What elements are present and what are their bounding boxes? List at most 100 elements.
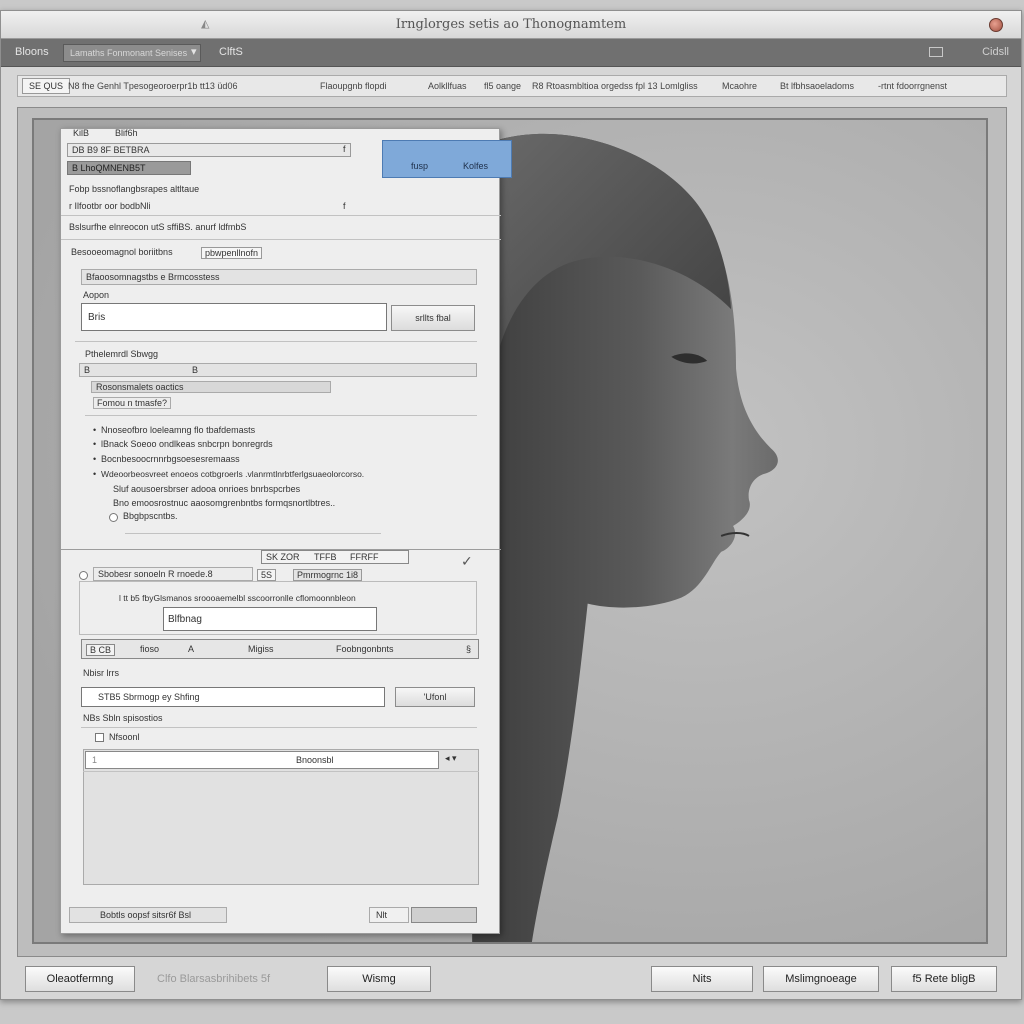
workspace-select[interactable]: Lamaths Fonmonant Senises xyxy=(63,44,201,62)
subbox-row[interactable]: B B xyxy=(79,363,477,377)
divider xyxy=(81,727,477,728)
sub-input[interactable]: Blfbnag xyxy=(163,607,377,631)
toolbar-option-5[interactable]: R8 Rtoasmbltioa orgedss fpl 13 Lomlgliss xyxy=(532,81,698,91)
options-toolbar: SE QUS N8 fhe Genhl Tpesogeoroerpr1b tt1… xyxy=(17,75,1007,97)
window-title: Irnglorges setis ao Thonognamtem xyxy=(395,17,627,32)
footer-right-field[interactable]: Nlt xyxy=(369,907,409,923)
menu-item-cidsll[interactable]: Cidsll xyxy=(982,46,1009,58)
bullet-item-7: Bbgbpscntbs. xyxy=(123,511,178,521)
close-icon[interactable] xyxy=(989,18,1003,32)
subbox-label-row: Rosonsmalets oactics xyxy=(91,381,331,393)
sub-input-value: Blfbnag xyxy=(168,614,202,625)
field-a-suffix: f xyxy=(343,144,346,154)
panel-line-1: Fobp bssnoflangbsrapes altltaue xyxy=(69,184,200,194)
check-icon: ✓ xyxy=(461,553,473,569)
nfsoonl-label: Nfsoonl xyxy=(109,732,140,742)
section-1-chip[interactable]: pbwpenllnofn xyxy=(201,247,263,259)
input-action-button[interactable]: srllts fbal xyxy=(391,305,475,331)
tool-foobngonbnts[interactable]: Foobngonbnts xyxy=(336,644,394,654)
field-b-value: B LhoQMNENB5T xyxy=(72,163,146,173)
tool-a[interactable]: A xyxy=(188,644,194,654)
bullet-item-2: lBnack Soeoo ondlkeas snbcrpn bonregrds xyxy=(101,439,273,449)
footer-right-text: Nlt xyxy=(376,910,387,920)
divider xyxy=(125,533,381,534)
search-left-glyph: 1 xyxy=(92,755,98,765)
footer-button-5[interactable]: f5 Rete bligB xyxy=(891,966,997,992)
toolbar-option-8[interactable]: -rtnt fdoorrgnenst xyxy=(878,81,947,91)
field-c-button[interactable]: 'Ufonl xyxy=(395,687,475,707)
divider xyxy=(61,215,501,216)
divider xyxy=(83,771,479,772)
radio-chip-b[interactable]: Pmrmogrnc 1i8 xyxy=(293,569,363,581)
footer-button-3[interactable]: Nits xyxy=(651,966,753,992)
subbox-a: B xyxy=(84,365,91,375)
search-field[interactable]: 1 Bnoonsbl xyxy=(85,751,439,769)
menu-item-clfts[interactable]: ClftS xyxy=(219,46,243,58)
chevron-down-icon[interactable]: ▾ xyxy=(191,45,197,58)
selection-highlight[interactable]: fusp Kolfes xyxy=(382,140,512,178)
footer-button-4[interactable]: Mslimgnoeage xyxy=(763,966,879,992)
divider xyxy=(61,239,501,240)
results-list[interactable] xyxy=(83,749,479,885)
sub-label: l tt b5 fbyGlsmanos sroooaemelbl sscoorr… xyxy=(119,593,356,603)
toolbar-option-4[interactable]: fl5 oange xyxy=(484,81,521,91)
field-b[interactable]: B LhoQMNENB5T xyxy=(67,161,191,175)
footer-left-text: Bobtls oopsf sitsr6f Bsl xyxy=(100,910,192,920)
panel-line-3: Bslsurfhe elnreocon utS sffiBS. anurf ld… xyxy=(69,222,247,232)
name-input[interactable]: Bris xyxy=(81,303,387,331)
tool-row: B CB fioso A Migiss Foobngonbnts § xyxy=(81,639,479,659)
toggle-option-1[interactable]: SK ZOR xyxy=(266,552,300,562)
footer-right-button[interactable] xyxy=(411,907,477,923)
section-1-title: Besooeomagnol boriitbns xyxy=(71,247,173,257)
panel-tab-2[interactable]: Blif6h xyxy=(115,128,138,138)
field-c-value: STB5 Sbrmogp ey Shfing xyxy=(98,692,200,702)
field-c-input[interactable]: STB5 Sbrmogp ey Shfing xyxy=(81,687,385,707)
field-a[interactable]: DB B9 8F BETBRA xyxy=(67,143,351,157)
toggle-option-3[interactable]: FFRFF xyxy=(350,552,379,562)
footer-button-2[interactable]: Wismg xyxy=(327,966,431,992)
bullet-item-1: Nnoseofbro loeleamng flo tbafdemasts xyxy=(101,425,256,435)
radio-chip-a[interactable]: 5S xyxy=(257,569,277,581)
search-arrows-icon[interactable]: ◂ ▾ xyxy=(445,753,457,764)
settings-panel: KilB Blif6h DB B9 8F BETBRA f B LhoQMNEN… xyxy=(60,128,501,934)
tool-b-cb[interactable]: B CB xyxy=(86,644,116,656)
search-value: Bnoonsbl xyxy=(296,755,334,765)
radio-option-row[interactable]: Sbobesr sonoeln R rnoede.8 xyxy=(93,567,253,581)
bullet-item-3: Bocnbesoocrnnrbgsoesesremaass xyxy=(101,454,240,464)
bullet-radio[interactable] xyxy=(109,512,118,523)
list-header: Bfaoosomnagstbs e Brmcosstess xyxy=(81,269,477,285)
toolbar-mode-button[interactable]: SE QUS xyxy=(22,78,71,94)
highlight-right-label: Kolfes xyxy=(463,161,489,171)
field-a-value: DB B9 8F BETBRA xyxy=(72,145,150,155)
list-header-text: Bfaoosomnagstbs e Brmcosstess xyxy=(86,272,220,282)
panel-icon[interactable] xyxy=(929,47,943,57)
nfsoonl-checkbox[interactable] xyxy=(95,733,104,742)
subbox-a-suffix: B xyxy=(192,365,199,375)
workspace-select-value: Lamaths Fonmonant Senises xyxy=(70,48,188,58)
subbox-label: Rosonsmalets oactics xyxy=(96,382,184,392)
toolbar-option-6[interactable]: Mcaohre xyxy=(722,81,757,91)
subbox-chip[interactable]: Fomou n tmasfe? xyxy=(93,397,172,409)
option-radio[interactable] xyxy=(79,570,88,581)
document-canvas[interactable]: KilB Blif6h DB B9 8F BETBRA f B LhoQMNEN… xyxy=(17,107,1007,957)
tool-migiss[interactable]: Migiss xyxy=(248,644,274,654)
toolbar-option-2[interactable]: Flaoupgnb flopdi xyxy=(320,81,387,91)
size-label: NBs Sbln spisostios xyxy=(83,713,163,723)
toggle-group: SK ZOR TFFB FFRFF xyxy=(261,550,409,564)
footer-button-1[interactable]: Oleaotfermng xyxy=(25,966,135,992)
bullet-item-6: Bno emoosrostnuc aaosomgrenbntbs formqsn… xyxy=(113,498,336,508)
footer-left-field[interactable]: Bobtls oopsf sitsr6f Bsl xyxy=(69,907,227,923)
toolbar-option-3[interactable]: Aolkllfuas xyxy=(428,81,467,91)
panel-line-2: r Ilfootbr oor bodbNli xyxy=(69,201,151,211)
field-c-label: Nbisr lrrs xyxy=(83,668,119,678)
tool-section-icon[interactable]: § xyxy=(466,644,471,654)
title-bar: ◭ Irnglorges setis ao Thonognamtem xyxy=(1,11,1021,39)
toolbar-option-1[interactable]: N8 fhe Genhl Tpesogeoroerpr1b tt13 üd06 xyxy=(68,81,237,91)
toggle-option-2[interactable]: TFFB xyxy=(314,552,337,562)
highlight-left-label: fusp xyxy=(411,161,429,171)
panel-tab-1[interactable]: KilB xyxy=(73,128,89,138)
toolbar-option-7[interactable]: Bt lfbhsaoeladoms xyxy=(780,81,854,91)
tool-fioso[interactable]: fioso xyxy=(140,644,159,654)
section-2-title: Pthelemrdl Sbwgg xyxy=(85,349,159,359)
menu-item-bloons[interactable]: Bloons xyxy=(15,46,49,58)
